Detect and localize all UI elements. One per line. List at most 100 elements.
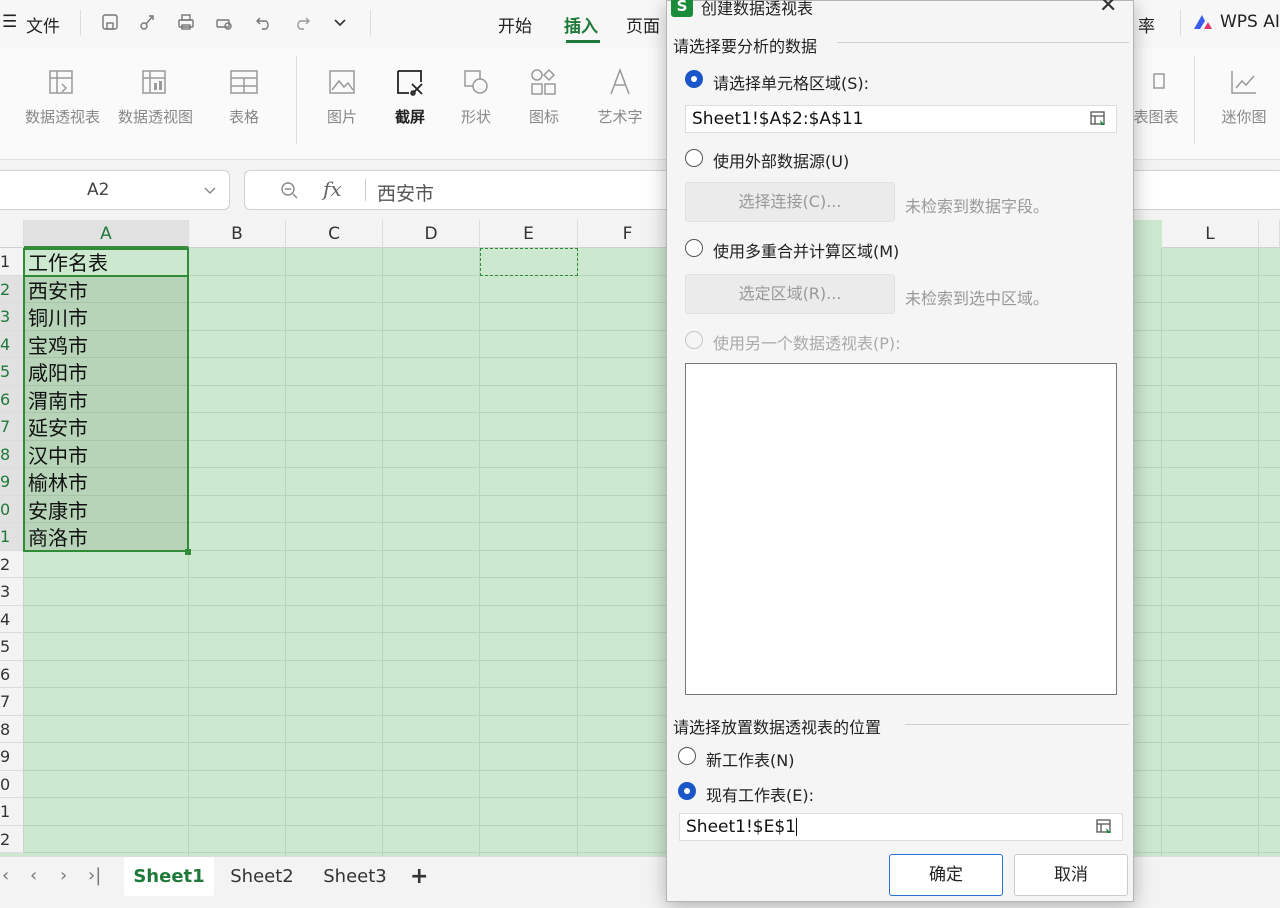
row-header[interactable]: 2 — [0, 550, 24, 578]
save-icon[interactable] — [100, 12, 120, 32]
cell-a1[interactable]: 工作名表 — [28, 250, 108, 278]
cell-a10[interactable]: 安康市 — [28, 498, 88, 526]
row-header[interactable]: 5 — [0, 358, 24, 386]
share-icon[interactable] — [138, 12, 158, 32]
picture-button[interactable]: 图片 — [306, 68, 378, 127]
range-picker-icon[interactable] — [1089, 110, 1107, 128]
main-menu-icon[interactable]: ☰ — [2, 12, 17, 32]
redo-icon[interactable] — [292, 12, 312, 32]
tab-home[interactable]: 开始 — [498, 12, 532, 37]
row-header[interactable]: 6 — [0, 660, 24, 688]
select-all-corner[interactable] — [0, 220, 24, 248]
row-header[interactable]: 0 — [0, 495, 24, 523]
row-header[interactable]: 3 — [0, 578, 24, 606]
radio-multi-range-label[interactable]: 使用多重合并计算区域(M) — [713, 238, 899, 262]
row-header[interactable]: 5 — [0, 633, 24, 661]
radio-cell-range-label[interactable]: 请选择单元格区域(S): — [713, 70, 869, 94]
row-header[interactable]: 2 — [0, 825, 24, 853]
cell-a8[interactable]: 汉中市 — [28, 443, 88, 471]
radio-external-source-label[interactable]: 使用外部数据源(U) — [713, 148, 849, 172]
radio-other-pivot-label[interactable]: 使用另一个数据透视表(P): — [713, 330, 901, 354]
print-preview-icon[interactable] — [214, 12, 234, 32]
prev-sheet-icon[interactable]: ‹ — [30, 865, 37, 886]
sparkline-button[interactable]: 迷你图 — [1208, 68, 1280, 127]
existing-sheet-input[interactable]: Sheet1!$E$1 — [679, 813, 1123, 841]
row-header[interactable]: 9 — [0, 743, 24, 771]
column-header-e[interactable]: E — [480, 220, 578, 248]
location-picker-icon[interactable] — [1095, 818, 1113, 836]
column-header-m[interactable] — [1259, 220, 1280, 248]
radio-existing-sheet[interactable] — [678, 782, 696, 800]
first-sheet-icon[interactable]: ‹ — [2, 865, 9, 886]
fill-handle[interactable] — [185, 549, 191, 555]
pivot-table-list[interactable] — [685, 363, 1117, 695]
cell-a5[interactable]: 咸阳市 — [28, 360, 88, 388]
cancel-button[interactable]: 取消 — [1014, 854, 1128, 896]
row-header[interactable]: 1 — [0, 523, 24, 551]
row-header[interactable]: 6 — [0, 385, 24, 413]
word-art-button[interactable]: 艺术字 — [584, 68, 656, 127]
next-sheet-icon[interactable]: › — [60, 865, 67, 886]
radio-cell-range[interactable] — [685, 70, 703, 88]
radio-new-sheet[interactable] — [678, 747, 696, 765]
ok-button[interactable]: 确定 — [889, 854, 1003, 896]
cell-a9[interactable]: 榆林市 — [28, 470, 88, 498]
row-header[interactable]: 2 — [0, 275, 24, 303]
undo-icon[interactable] — [254, 12, 274, 32]
cell-a11[interactable]: 商洛市 — [28, 525, 88, 553]
print-icon[interactable] — [176, 12, 196, 32]
close-button[interactable]: ✕ — [1099, 0, 1117, 18]
radio-other-pivot[interactable] — [685, 331, 703, 349]
column-header-c[interactable]: C — [286, 220, 383, 248]
icon-button[interactable]: 图标 — [508, 68, 580, 127]
radio-existing-sheet-label[interactable]: 现有工作表(E): — [706, 782, 814, 806]
screenshot-button[interactable]: 截屏 — [374, 68, 446, 127]
radio-multi-range[interactable] — [685, 239, 703, 257]
row-header[interactable]: 7 — [0, 688, 24, 716]
select-connection-button[interactable]: 选择连接(C)... — [685, 182, 895, 222]
sheet-tab-3[interactable]: Sheet3 — [312, 857, 398, 897]
row-header[interactable]: 7 — [0, 413, 24, 441]
column-header-f[interactable]: F — [578, 220, 678, 248]
column-header-a[interactable]: A — [24, 220, 189, 248]
cell-a4[interactable]: 宝鸡市 — [28, 333, 88, 361]
function-icon[interactable]: fx — [323, 177, 342, 201]
sheet-tab-2[interactable]: Sheet2 — [220, 857, 304, 897]
column-header-l[interactable]: L — [1162, 220, 1259, 248]
name-box[interactable]: A2 — [0, 170, 230, 210]
row-header[interactable]: 1 — [0, 248, 24, 276]
shape-button[interactable]: 形状 — [440, 68, 512, 127]
tab-partial[interactable]: 率 — [1138, 12, 1155, 37]
cell-a6[interactable]: 渭南市 — [28, 388, 88, 416]
radio-new-sheet-label[interactable]: 新工作表(N) — [706, 747, 794, 771]
chevron-down-icon[interactable] — [330, 12, 350, 32]
wps-ai-button[interactable]: WPS AI — [1220, 12, 1280, 32]
cell-a2[interactable]: 西安市 — [28, 278, 88, 306]
last-sheet-icon[interactable]: ›| — [88, 865, 101, 886]
row-header[interactable]: 8 — [0, 715, 24, 743]
row-header[interactable]: 9 — [0, 468, 24, 496]
column-header-b[interactable]: B — [189, 220, 286, 248]
row-header[interactable]: 4 — [0, 330, 24, 358]
range-input[interactable]: Sheet1!$A$2:$A$11 — [685, 105, 1117, 133]
row-header[interactable]: 3 — [0, 303, 24, 331]
chevron-down-icon[interactable] — [203, 183, 217, 197]
row-header[interactable]: 8 — [0, 440, 24, 468]
zoom-icon[interactable] — [279, 180, 299, 200]
row-header[interactable]: 1 — [0, 798, 24, 826]
tab-insert[interactable]: 插入 — [564, 12, 598, 37]
cell-a3[interactable]: 铜川市 — [28, 305, 88, 333]
table-button[interactable]: 表格 — [208, 68, 280, 127]
select-range-button[interactable]: 选定区域(R)... — [685, 274, 895, 314]
cell-a7[interactable]: 延安市 — [28, 415, 88, 443]
column-header-d[interactable]: D — [383, 220, 480, 248]
sheet-tab-1[interactable]: Sheet1 — [124, 857, 214, 897]
add-sheet-button[interactable]: + — [410, 864, 428, 889]
row-header[interactable]: 0 — [0, 770, 24, 798]
row-header[interactable]: 4 — [0, 605, 24, 633]
radio-external-source[interactable] — [685, 149, 703, 167]
pivot-table-button[interactable]: 数据透视表 — [25, 68, 100, 127]
tab-page[interactable]: 页面 — [626, 12, 660, 37]
pivot-chart-button[interactable]: 数据透视图 — [118, 68, 193, 127]
file-menu[interactable]: 文件 — [26, 12, 60, 37]
